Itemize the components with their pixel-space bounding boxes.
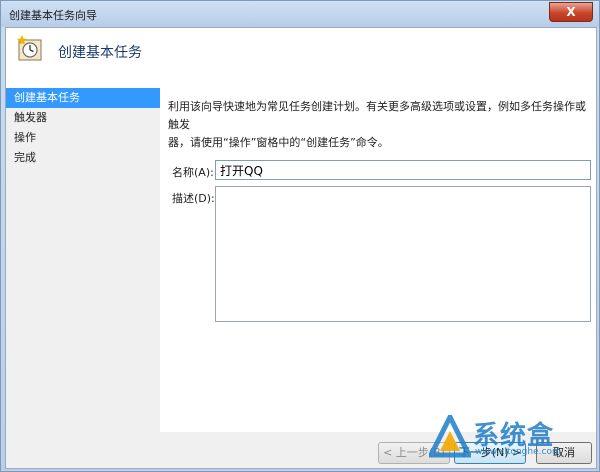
wizard-main-panel: 利用该向导快速地为常见任务创建计划。有关更多高级选项或设置，例如多任务操作或触发… [168, 88, 594, 468]
name-label: 名称(A): [172, 166, 214, 179]
intro-text: 利用该向导快速地为常见任务创建计划。有关更多高级选项或设置，例如多任务操作或触发… [168, 98, 588, 152]
close-button[interactable]: X [549, 2, 593, 22]
name-field[interactable] [215, 160, 591, 180]
description-field[interactable] [215, 186, 591, 322]
window-title: 创建基本任务向导 [9, 9, 97, 22]
wizard-window: 创建基本任务向导 X 创建基本任务 创建基本任务 触发器 操作 完成 利用该向导… [0, 0, 600, 472]
wizard-step-list: 创建基本任务 触发器 操作 完成 [6, 88, 160, 468]
site-watermark: 系统盒 www.xitonghe.com [429, 413, 599, 469]
wizard-client-area: 创建基本任务 创建基本任务 触发器 操作 完成 利用该向导快速地为常见任务创建计… [5, 27, 597, 469]
step-create-basic-task[interactable]: 创建基本任务 [6, 88, 160, 108]
intro-line-1: 利用该向导快速地为常见任务创建计划。有关更多高级选项或设置，例如多任务操作或触发 [168, 100, 586, 131]
wizard-header: 创建基本任务 [6, 28, 596, 88]
watermark-logo-icon [429, 415, 471, 458]
description-label: 描述(D): [172, 192, 215, 205]
title-bar[interactable]: 创建基本任务向导 X [1, 1, 599, 27]
task-scheduler-clock-icon [17, 35, 42, 61]
step-finish[interactable]: 完成 [6, 148, 160, 168]
step-trigger[interactable]: 触发器 [6, 108, 160, 128]
step-action[interactable]: 操作 [6, 128, 160, 148]
intro-line-2: 器，请使用“操作”窗格中的“创建任务”命令。 [168, 136, 389, 149]
watermark-url: www.xitonghe.com [475, 447, 561, 457]
page-title: 创建基本任务 [58, 45, 142, 61]
